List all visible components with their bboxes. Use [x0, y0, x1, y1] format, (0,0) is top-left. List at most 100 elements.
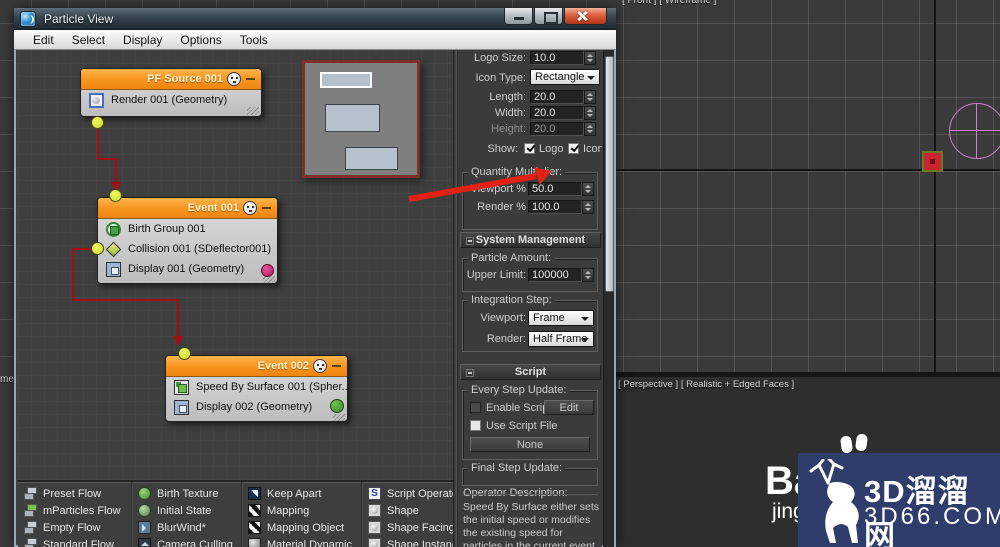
show-logo-checkbox[interactable]: [524, 143, 535, 154]
logo-size-spinner[interactable]: [584, 51, 596, 65]
width-spinner[interactable]: [584, 106, 596, 120]
preset-flow-icon: [24, 487, 37, 500]
width-field[interactable]: 20.0: [530, 106, 584, 120]
display-lamp-icon[interactable]: [313, 359, 327, 373]
system-management-rollout[interactable]: System Management: [460, 232, 601, 248]
collision-test-output-dot[interactable]: [91, 242, 104, 255]
menu-options[interactable]: Options: [171, 31, 230, 49]
collapse-icon[interactable]: [262, 207, 271, 209]
node-item-render[interactable]: Render 001 (Geometry): [81, 90, 261, 110]
resize-grip-icon[interactable]: [333, 414, 345, 421]
upper-limit-spinner[interactable]: [582, 268, 594, 282]
depot-item-camera-culling[interactable]: Camera Culling: [138, 536, 233, 547]
depot-item-mparticles-flow[interactable]: mParticles Flow: [24, 502, 121, 519]
none-button[interactable]: None: [470, 437, 590, 452]
depot-item-blurwind[interactable]: BlurWind*: [138, 519, 233, 536]
node-header[interactable]: Event 001: [98, 198, 277, 219]
node-item-display[interactable]: Display 002 (Geometry): [166, 397, 347, 417]
depot-item-script-operator[interactable]: S Script Operator: [368, 485, 453, 502]
edit-button[interactable]: Edit: [544, 400, 594, 415]
depot-item-keep-apart[interactable]: Keep Apart: [248, 485, 352, 502]
viewport-pct-field[interactable]: 50.0: [528, 182, 582, 196]
height-field[interactable]: 20.0: [530, 122, 584, 136]
camera-culling-icon: [138, 538, 151, 547]
depot-column-shapes: S Script Operator Shape Shape Facing Sha…: [368, 485, 453, 547]
birth-texture-icon: [138, 487, 151, 500]
depot-item-shape-facing[interactable]: Shape Facing: [368, 519, 453, 536]
collapse-icon[interactable]: [466, 237, 474, 245]
use-script-file-label: Use Script File: [486, 420, 558, 432]
menu-tools[interactable]: Tools: [231, 31, 277, 49]
logo-size-field[interactable]: 10.0: [530, 51, 584, 65]
maximize-button[interactable]: [534, 8, 563, 25]
integration-render-dropdown[interactable]: Half Frame: [528, 331, 594, 347]
length-field[interactable]: 20.0: [530, 90, 584, 104]
pf-source-output-dot[interactable]: [91, 116, 104, 129]
node-header[interactable]: Event 002: [166, 356, 347, 377]
depot-item-birth-texture[interactable]: Birth Texture: [138, 485, 233, 502]
panel-scrollbar[interactable]: [603, 50, 614, 547]
display-lamp-icon[interactable]: [227, 72, 241, 86]
node-item-display[interactable]: Display 001 (Geometry): [98, 259, 277, 279]
render-pct-spinner[interactable]: [582, 200, 594, 214]
show-icon-checkbox[interactable]: [568, 143, 579, 154]
enable-script-checkbox[interactable]: [470, 402, 481, 413]
menu-display[interactable]: Display: [114, 31, 171, 49]
node-item-birth-group[interactable]: Birth Group 001: [98, 219, 277, 239]
node-event-001[interactable]: Event 001 Birth Group 001 Collision 001 …: [97, 197, 278, 284]
icon-type-label: Icon Type:: [475, 72, 526, 84]
depot-item-shape-instance[interactable]: Shape Instance: [368, 536, 453, 547]
length-label: Length:: [489, 91, 526, 103]
resize-grip-icon[interactable]: [263, 276, 275, 283]
viewport-pct-spinner[interactable]: [582, 182, 594, 196]
collapse-icon[interactable]: [466, 369, 474, 377]
length-spinner[interactable]: [584, 90, 596, 104]
node-item-label: Display 002 (Geometry): [196, 401, 313, 413]
display-lamp-icon[interactable]: [243, 201, 257, 215]
menu-select[interactable]: Select: [63, 31, 114, 49]
event-canvas[interactable]: PF Source 001 Render 001 (Geometry) Even…: [18, 50, 453, 480]
close-button[interactable]: [564, 8, 607, 25]
depot-item-mapping[interactable]: Mapping: [248, 502, 352, 519]
depot-item-empty-flow[interactable]: Empty Flow: [24, 519, 121, 536]
event-002-input-dot[interactable]: [178, 347, 191, 360]
resize-grip-icon[interactable]: [247, 107, 259, 115]
node-event-002[interactable]: Event 002 Speed By Surface 001 (Spher...…: [165, 355, 348, 422]
collapse-icon[interactable]: [246, 78, 255, 80]
scrollbar-thumb[interactable]: [605, 56, 614, 292]
depot-item-mapping-object[interactable]: Mapping Object: [248, 519, 352, 536]
collision-test-icon: [105, 241, 122, 257]
depot-item-shape[interactable]: Shape: [368, 502, 453, 519]
node-item-collision[interactable]: Collision 001 (SDeflector001): [98, 239, 277, 259]
depot-item-label: Shape: [387, 504, 419, 517]
shape-facing-icon: [368, 521, 381, 534]
menu-edit[interactable]: Edit: [24, 31, 63, 49]
empty-flow-icon: [24, 521, 37, 534]
height-spinner[interactable]: [584, 122, 596, 136]
rollout-title: System Management: [475, 234, 586, 246]
display-002-color-dot[interactable]: [330, 399, 344, 413]
icon-type-dropdown[interactable]: Rectangle: [530, 69, 600, 85]
depot-item-initial-state[interactable]: Initial State: [138, 502, 233, 519]
node-header[interactable]: PF Source 001: [81, 69, 261, 90]
perspective-viewport-label: [ Perspective ] [ Realistic + Edged Face…: [618, 379, 795, 390]
use-script-file-checkbox[interactable]: [470, 420, 481, 431]
depot-item-standard-flow[interactable]: Standard Flow: [24, 536, 121, 547]
show-logo-checkbox-label: Logo: [539, 143, 564, 155]
depot-column-flows: Preset Flow mParticles Flow Empty Flow S…: [24, 485, 121, 547]
integration-viewport-dropdown[interactable]: Frame: [528, 310, 594, 326]
script-rollout[interactable]: Script: [460, 364, 601, 380]
upper-limit-field[interactable]: 100000: [528, 268, 582, 282]
display-001-color-dot[interactable]: [261, 264, 274, 277]
minimize-button[interactable]: [504, 8, 533, 25]
collapse-icon[interactable]: [332, 365, 341, 367]
window-titlebar[interactable]: Particle View: [14, 8, 616, 30]
canvas-navigator[interactable]: [302, 60, 420, 178]
render-pct-field[interactable]: 100.0: [528, 200, 582, 214]
depot-item-material-dynamic[interactable]: Material Dynamic: [248, 536, 352, 547]
depot-item-preset-flow[interactable]: Preset Flow: [24, 485, 121, 502]
event-001-input-dot[interactable]: [109, 189, 122, 202]
node-item-speed-by-surface[interactable]: Speed By Surface 001 (Spher...: [166, 377, 347, 397]
node-pf-source-001[interactable]: PF Source 001 Render 001 (Geometry): [80, 68, 262, 117]
node-item-label: Speed By Surface 001 (Spher...: [196, 381, 347, 393]
